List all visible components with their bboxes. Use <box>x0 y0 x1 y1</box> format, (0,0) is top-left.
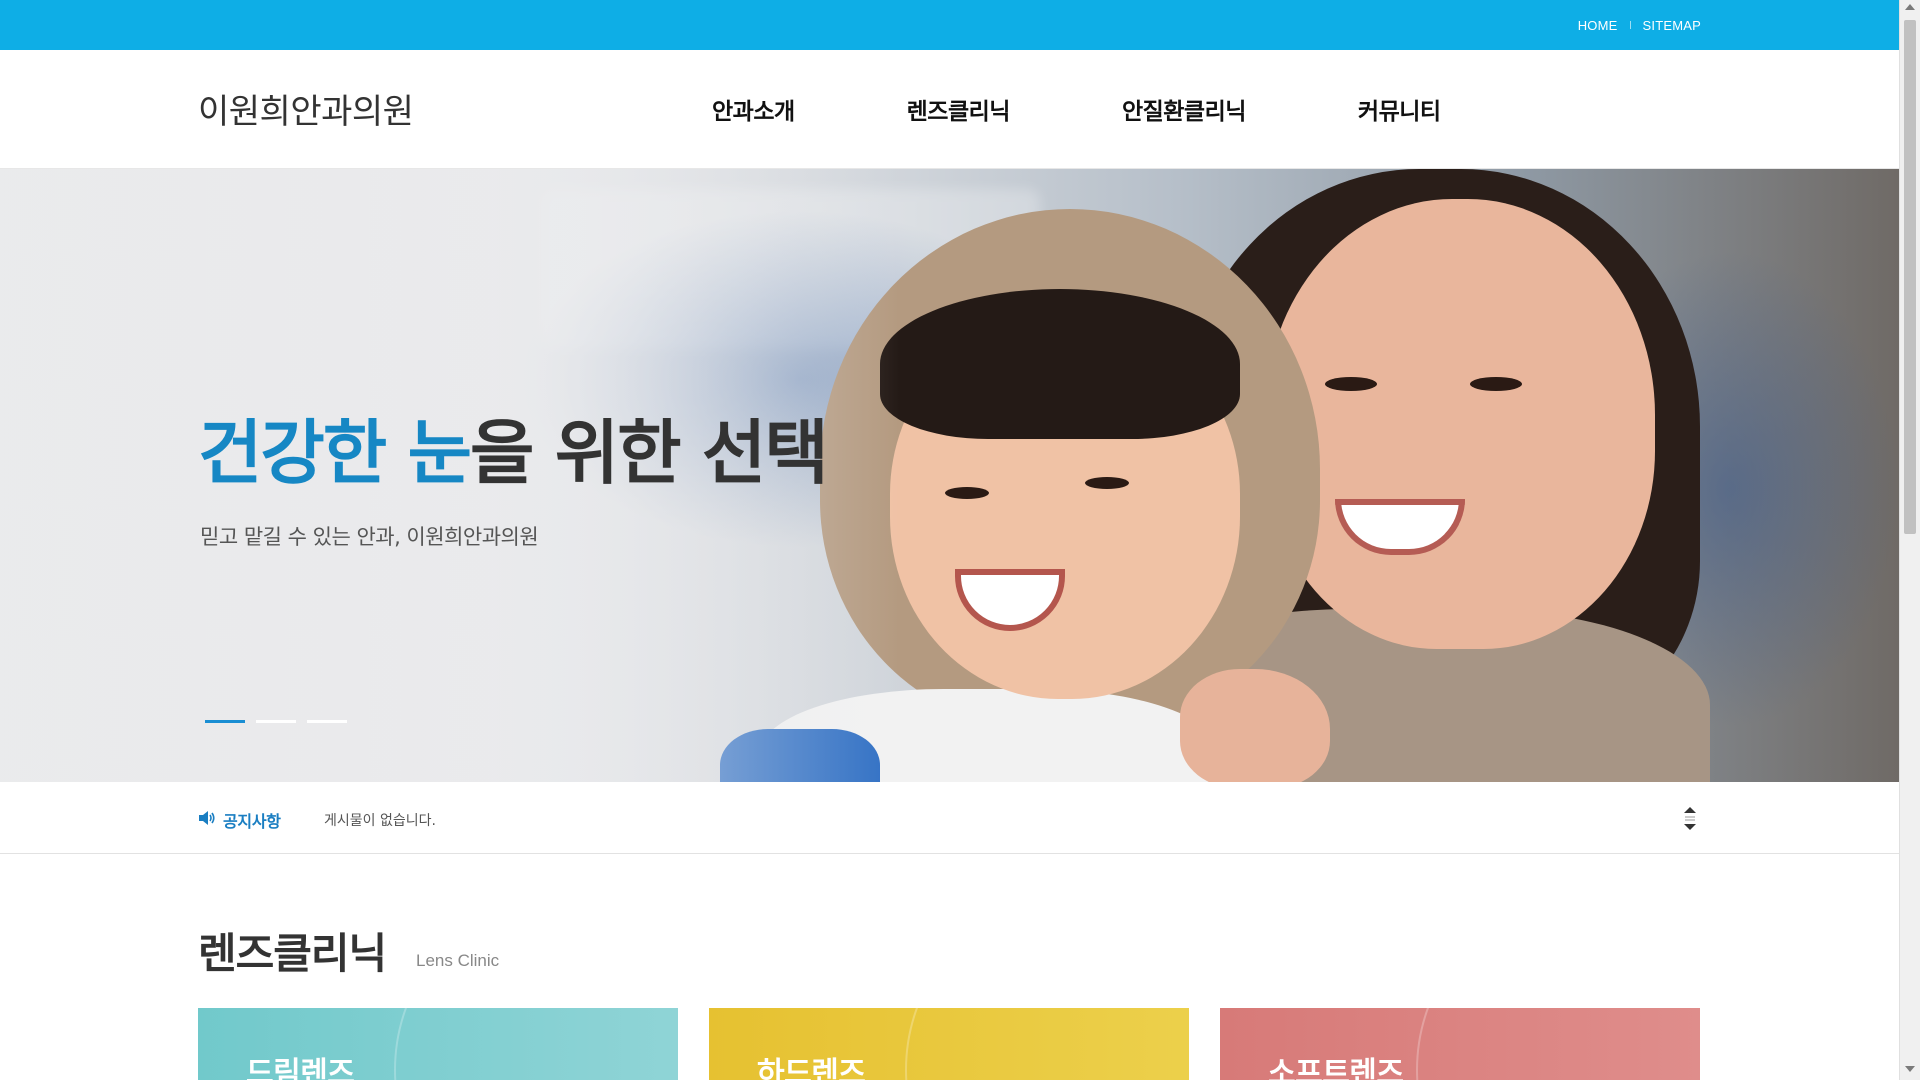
hero-title-rest: 을 위한 선택 <box>469 412 829 494</box>
top-utility-bar: HOME SITEMAP <box>0 0 1899 50</box>
card-hard-lens[interactable]: 하드렌즈 <box>709 1008 1189 1080</box>
card-label: 소프트렌즈 <box>1268 1056 1404 1080</box>
hero-slider: 건강한 눈을 위한 선택 믿고 맡길 수 있는 안과, 이원희안과의원 <box>0 169 1899 782</box>
slider-pagination <box>205 720 347 723</box>
nav-item-community[interactable]: 커뮤니티 <box>1358 92 1441 126</box>
scroll-up-arrow-icon[interactable] <box>1905 4 1915 10</box>
hero-photo-woman-eye <box>1325 377 1377 391</box>
section-title: 렌즈클리닉 <box>198 929 387 978</box>
slider-dot-1[interactable] <box>205 720 245 723</box>
card-label: 드림렌즈 <box>246 1056 355 1080</box>
sitemap-link[interactable]: SITEMAP <box>1643 18 1701 33</box>
section-subtitle: Lens Clinic <box>416 951 500 970</box>
nav-item-about[interactable]: 안과소개 <box>712 92 795 126</box>
hero-title-accent: 건강한 눈 <box>198 412 472 494</box>
hero-photo-child-hair <box>880 289 1240 439</box>
hero-title: 건강한 눈을 위한 선택 <box>198 397 829 498</box>
scroll-thumb[interactable] <box>1904 20 1916 534</box>
card-soft-lens[interactable]: 소프트렌즈 <box>1220 1008 1700 1080</box>
slider-dot-3[interactable] <box>307 720 347 723</box>
hero-photo-woman-hand <box>1180 669 1330 782</box>
hero-subtitle: 믿고 맡길 수 있는 안과, 이원희안과의원 <box>200 525 539 549</box>
hero-photo-child-eye <box>945 487 989 499</box>
nav-item-eye-disease-clinic[interactable]: 안질환클리닉 <box>1122 92 1246 126</box>
speaker-icon <box>199 811 215 825</box>
notice-label[interactable]: 공지사항 <box>223 808 281 832</box>
utility-divider <box>1629 21 1631 29</box>
notice-scroll-arrows-icon[interactable] <box>1682 804 1698 832</box>
card-dream-lens[interactable]: 드림렌즈 <box>198 1008 678 1080</box>
page-scrollbar[interactable] <box>1899 0 1920 1080</box>
hero-photo-woman-face <box>1265 199 1655 649</box>
card-label: 하드렌즈 <box>757 1056 866 1080</box>
utility-links: HOME SITEMAP <box>1578 0 1701 50</box>
hero-photo-woman-eye <box>1470 377 1522 391</box>
notice-bar: 공지사항 게시물이 없습니다. <box>0 782 1899 854</box>
notice-text: 게시물이 없습니다. <box>324 813 436 829</box>
nav-item-lens-clinic[interactable]: 렌즈클리닉 <box>907 92 1011 126</box>
lens-clinic-cards: 드림렌즈 하드렌즈 소프트렌즈 <box>198 1008 1700 1080</box>
slider-dot-2[interactable] <box>256 720 296 723</box>
scroll-down-arrow-icon[interactable] <box>1905 1066 1915 1072</box>
site-header: 이원희안과의원 안과소개 렌즈클리닉 안질환클리닉 커뮤니티 <box>0 50 1899 169</box>
page: HOME SITEMAP 이원희안과의원 안과소개 렌즈클리닉 안질환클리닉 커… <box>0 0 1899 1080</box>
home-link[interactable]: HOME <box>1578 18 1618 33</box>
hero-photo-child-eye <box>1085 477 1129 489</box>
main-navigation: 안과소개 렌즈클리닉 안질환클리닉 커뮤니티 <box>712 92 1441 126</box>
site-logo[interactable]: 이원희안과의원 <box>198 84 414 133</box>
